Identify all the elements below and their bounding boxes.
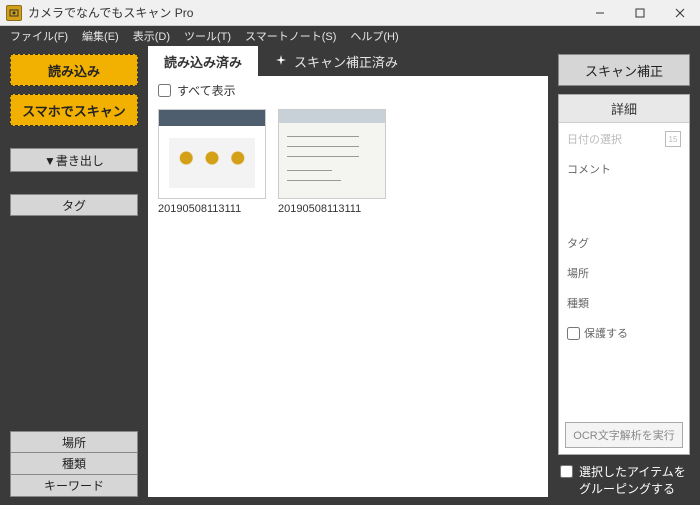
type-section-header[interactable]: 種類	[10, 453, 138, 475]
thumbnail-image	[278, 109, 386, 199]
calendar-icon[interactable]: 15	[665, 131, 681, 147]
thumbnail-grid: 20190508113111 20190508113111	[148, 105, 548, 219]
show-all-row: すべて表示	[148, 76, 548, 105]
window-title: カメラでなんでもスキャン Pro	[28, 4, 580, 21]
grouping-label: 選択したアイテムを グルーピングする	[579, 463, 686, 497]
keyword-section-header[interactable]: キーワード	[10, 475, 138, 497]
menu-help[interactable]: ヘルプ(H)	[344, 26, 404, 46]
tabs: 読み込み済み スキャン補正済み	[148, 46, 548, 76]
close-button[interactable]	[660, 0, 700, 25]
thumbnail-item[interactable]: 20190508113111	[278, 109, 386, 215]
grouping-checkbox[interactable]	[560, 465, 573, 478]
ocr-button[interactable]: OCR文字解析を実行	[565, 422, 683, 448]
thumbnail-label: 20190508113111	[278, 203, 386, 215]
sparkle-icon	[274, 54, 288, 68]
menu-smartnote[interactable]: スマートノート(S)	[239, 26, 342, 46]
menu-view[interactable]: 表示(D)	[127, 26, 176, 46]
menubar: ファイル(F) 編集(E) 表示(D) ツール(T) スマートノート(S) ヘル…	[0, 26, 700, 46]
protect-checkbox[interactable]	[567, 327, 580, 340]
protect-row: 保護する	[567, 325, 681, 341]
tab-loaded[interactable]: 読み込み済み	[148, 46, 258, 76]
thumbnail-image	[158, 109, 266, 199]
date-row: 日付の選択 15	[567, 131, 681, 147]
detail-header: 詳細	[559, 95, 689, 123]
menu-file[interactable]: ファイル(F)	[4, 26, 74, 46]
window-controls	[580, 0, 700, 25]
menu-tool[interactable]: ツール(T)	[178, 26, 237, 46]
place-section-header[interactable]: 場所	[10, 431, 138, 453]
detail-tag-label: タグ	[567, 235, 681, 251]
minimize-button[interactable]	[580, 0, 620, 25]
show-all-label: すべて表示	[177, 82, 236, 99]
maximize-button[interactable]	[620, 0, 660, 25]
detail-panel: 詳細 日付の選択 15 コメント タグ 場所 種類 保護する OCR文字解析を実…	[558, 94, 690, 455]
export-button[interactable]: ▼書き出し	[10, 148, 138, 172]
left-panel: 読み込み スマホでスキャン ▼書き出し タグ 場所 種類 キーワード	[0, 46, 148, 505]
tab-corrected-label: スキャン補正済み	[294, 52, 398, 71]
menu-edit[interactable]: 編集(E)	[76, 26, 125, 46]
protect-label: 保護する	[584, 325, 628, 341]
detail-place-label: 場所	[567, 265, 681, 281]
date-select-label: 日付の選択	[567, 131, 622, 147]
show-all-checkbox[interactable]	[158, 84, 171, 97]
tag-section-header[interactable]: タグ	[10, 194, 138, 216]
thumbnail-label: 20190508113111	[158, 203, 266, 215]
left-bottom-sections: 場所 種類 キーワード	[10, 431, 138, 497]
titlebar: カメラでなんでもスキャン Pro	[0, 0, 700, 26]
scan-correct-button[interactable]: スキャン補正	[558, 54, 690, 86]
tab-corrected[interactable]: スキャン補正済み	[258, 46, 414, 76]
comment-label: コメント	[567, 161, 681, 177]
app-icon	[6, 5, 22, 21]
right-panel: スキャン補正 詳細 日付の選択 15 コメント タグ 場所 種類 保護する OC…	[552, 46, 700, 505]
center-panel: 読み込み済み スキャン補正済み すべて表示 20190508113111 201…	[148, 54, 548, 497]
detail-body: 日付の選択 15 コメント タグ 場所 種類 保護する	[559, 123, 689, 422]
load-button[interactable]: 読み込み	[10, 54, 138, 86]
grouping-row: 選択したアイテムを グルーピングする	[558, 463, 690, 497]
smartphone-scan-button[interactable]: スマホでスキャン	[10, 94, 138, 126]
detail-type-label: 種類	[567, 295, 681, 311]
thumbnail-item[interactable]: 20190508113111	[158, 109, 266, 215]
tab-loaded-label: 読み込み済み	[164, 52, 242, 71]
main-area: 読み込み スマホでスキャン ▼書き出し タグ 場所 種類 キーワード 読み込み済…	[0, 46, 700, 505]
